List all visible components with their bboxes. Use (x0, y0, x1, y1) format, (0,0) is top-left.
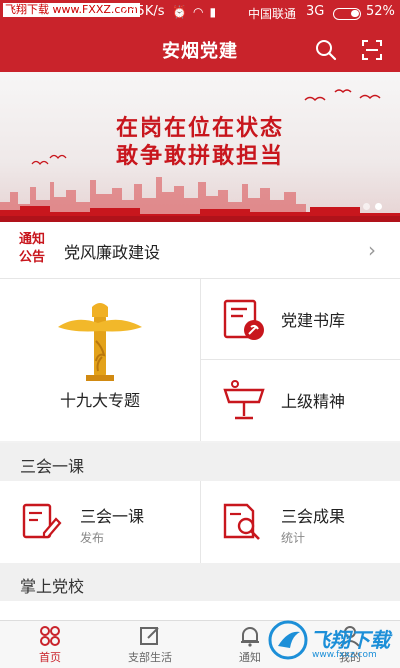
notice-badge-icon: 通知 公告 (16, 231, 48, 269)
special-topic-card[interactable]: 十九大专题 (0, 279, 200, 441)
battery-toggle-icon (333, 8, 361, 20)
section-title: 掌上党校 (20, 577, 85, 596)
birds-icon (304, 89, 381, 102)
sanhui-grid: 三会一课 发布 三会成果 统计 (0, 481, 400, 563)
scan-icon[interactable] (360, 38, 384, 62)
special-topic-label: 十九大专题 (59, 391, 140, 410)
watermark-icon (268, 620, 308, 660)
chevron-right-icon: › (368, 238, 376, 262)
huabiao-pillar-icon (58, 303, 142, 381)
battery-level: 52% (366, 4, 395, 19)
search-icon[interactable] (314, 38, 338, 62)
notice-badge-line1: 通知 (18, 232, 45, 247)
party-library-label: 党建书库 (281, 311, 346, 330)
notice-text: 党风廉政建设 (64, 243, 161, 262)
feature-grid: 十九大专题 党建书库 上级精神 (0, 279, 400, 441)
tab-label: 首页 (39, 651, 61, 664)
app-header: 安烟党建 (0, 26, 400, 72)
banner-carousel[interactable]: 在岗在位在状态 敢争敢拼敢担当 (0, 72, 400, 222)
carousel-dot-active[interactable] (375, 203, 382, 210)
sanhui-publish-button[interactable]: 三会一课 发布 (0, 481, 200, 563)
signal-icon: ▮ (209, 5, 223, 19)
tab-label: 支部生活 (128, 651, 172, 664)
superior-spirit-label: 上级精神 (281, 392, 346, 411)
item-subtitle: 统计 (281, 531, 306, 545)
item-title: 三会成果 (281, 507, 346, 526)
grid-icon (40, 626, 60, 646)
notice-row[interactable]: 通知 公告 党风廉政建设 › (0, 222, 400, 279)
status-bar: 飞翔下载 www.FXXZ.com 235K/s ⏰◠▮ 中国联通 3G 52% (0, 0, 400, 26)
tab-branch-life[interactable]: 支部生活 (100, 621, 200, 668)
network-speed: 235K/s (120, 4, 165, 19)
city-skyline (0, 177, 400, 222)
pen-document-icon (22, 503, 62, 539)
book-library-icon (223, 299, 264, 340)
party-library-button[interactable]: 党建书库 (201, 279, 400, 359)
carousel-dots (358, 195, 382, 214)
section-header-school: 掌上党校 (0, 563, 400, 601)
search-document-icon (223, 503, 260, 540)
wifi-icon: ◠ (192, 5, 210, 19)
section-header-sanhui: 三会一课 (0, 443, 400, 481)
network-type: 3G (306, 4, 325, 19)
sanhui-results-button[interactable]: 三会成果 统计 (201, 481, 400, 563)
app-title: 安烟党建 (162, 41, 238, 62)
alarm-icon: ⏰ (172, 5, 193, 19)
item-subtitle: 发布 (80, 531, 105, 545)
carousel-dot[interactable] (363, 203, 370, 210)
notice-badge-line2: 公告 (18, 250, 45, 265)
watermark-url: www.fxxz.com (312, 650, 377, 660)
item-title: 三会一课 (80, 507, 145, 526)
carrier-name: 中国联通 (248, 7, 297, 21)
section-title: 三会一课 (20, 457, 85, 476)
status-icons: ⏰◠▮ (172, 5, 222, 19)
lectern-icon (223, 380, 265, 420)
edit-icon (140, 627, 159, 645)
watermark-logo: 飞翔下载 www.fxxz.com (262, 614, 400, 667)
tab-home[interactable]: 首页 (0, 621, 100, 668)
watermark-text: 飞翔下载 (310, 628, 390, 652)
bell-icon (241, 627, 259, 647)
superior-spirit-button[interactable]: 上级精神 (201, 360, 400, 440)
